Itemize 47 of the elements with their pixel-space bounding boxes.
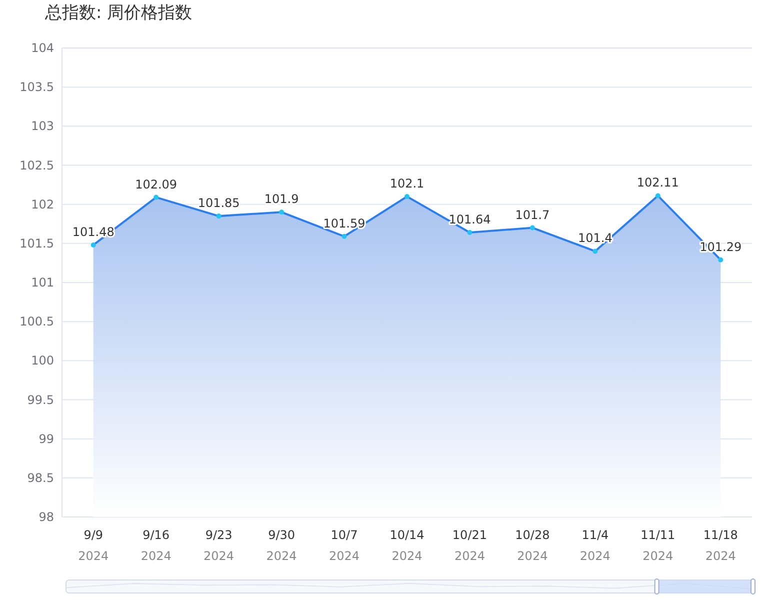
x-axis-label: 10/21 2024 (452, 528, 488, 563)
data-point (90, 242, 96, 248)
data-label: 101.64 (448, 212, 491, 226)
y-axis-label: 102.5 (20, 158, 54, 172)
data-point (592, 248, 598, 254)
x-axis-label: 11/4 2024 (580, 528, 610, 563)
data-label: 102.09 (135, 177, 178, 192)
data-label: 101.9 (264, 192, 299, 206)
data-point (718, 257, 724, 262)
x-axis-label: 10/28 2024 (515, 528, 550, 563)
y-axis-label: 101 (31, 276, 54, 290)
data-point (154, 194, 159, 200)
y-axis-label: 98 (38, 510, 54, 524)
y-axis-label: 99.5 (27, 392, 54, 407)
chart-title: 总指数: 周价格指数 (44, 2, 192, 25)
data-label: 102.11 (636, 176, 679, 190)
data-point (342, 234, 347, 239)
x-axis-label: 9/16 2024 (140, 528, 172, 563)
x-axis-label: 11/18 2024 (703, 528, 738, 563)
data-point (404, 194, 410, 200)
y-axis-label: 101.5 (20, 236, 54, 250)
y-axis-label: 103.5 (20, 80, 54, 94)
slider-handle[interactable] (750, 578, 756, 594)
y-axis-label: 98.5 (27, 470, 54, 485)
data-point (655, 193, 660, 198)
y-axis-label: 103 (31, 119, 54, 134)
data-label: 102.1 (390, 176, 424, 191)
data-point (279, 210, 284, 215)
y-axis-label: 100.5 (20, 314, 54, 329)
data-label: 101.59 (323, 216, 366, 230)
data-label: 101.85 (198, 196, 240, 210)
data-point (216, 214, 222, 219)
y-axis-label: 104 (31, 41, 54, 55)
data-point (467, 230, 472, 235)
data-point (530, 225, 535, 230)
x-axis-label: 10/14 2024 (390, 528, 424, 563)
x-axis-label: 9/30 2024 (266, 528, 297, 563)
x-axis-label: 10/7 2024 (329, 528, 360, 563)
zoom-window[interactable] (656, 580, 753, 593)
y-axis-label: 99 (38, 432, 54, 446)
y-axis-label: 102 (31, 197, 54, 212)
x-axis-label: 9/9 2024 (78, 528, 109, 563)
x-axis-label: 11/11 2024 (640, 528, 676, 563)
x-axis-label: 9/23 2024 (204, 528, 234, 563)
data-label: 101.7 (515, 208, 550, 222)
slider-handle[interactable] (654, 578, 660, 594)
y-axis-label: 100 (31, 354, 54, 368)
